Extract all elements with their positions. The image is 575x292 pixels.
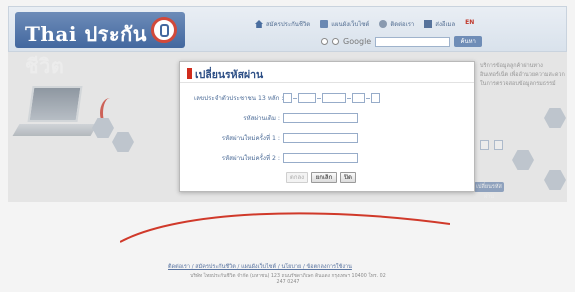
citizen-id-label: เลขประจำตัวประชาชน 13 หลัก : — [194, 95, 284, 102]
toplink-mail-label: ส่งอีเมล — [435, 21, 456, 28]
decorative-curve — [120, 212, 450, 243]
title-marker — [187, 68, 192, 79]
citizen-id-part-4[interactable] — [352, 93, 365, 103]
change-password-dialog: เปลี่ยนรหัสผ่าน เลขประจำตัวประชาชน 13 หล… — [179, 61, 475, 192]
top-links: สมัครประกันชีวิต แผนผังเว็บไซต์ ติดต่อเร… — [255, 19, 474, 29]
site-header: Thai ประกันชีวิต สมัครประกันชีวิต แผนผัง… — [8, 6, 567, 78]
confirm-password-label: รหัสผ่านใหม่ครั้งที่ 2 : — [221, 155, 280, 162]
contact-icon — [379, 20, 388, 28]
new-password-row: รหัสผ่านใหม่ครั้งที่ 1 : — [194, 133, 358, 143]
search-google-radio[interactable] — [332, 38, 339, 45]
footer-links[interactable]: ติดต่อเรา / สมัครประกันชีวิต / แผนผังเว็… — [168, 263, 352, 271]
mail-icon — [424, 20, 433, 28]
citizen-id-part-5[interactable] — [371, 93, 380, 103]
new-password-input[interactable] — [283, 133, 358, 143]
current-password-input[interactable] — [283, 113, 358, 123]
citizen-id-part-3[interactable] — [322, 93, 346, 103]
footer-address: บริษัท ไทยประกันชีวิต จำกัด (มหาชน) 123 … — [190, 274, 386, 285]
google-label: Google — [343, 37, 372, 46]
dialog-titlebar: เปลี่ยนรหัสผ่าน — [180, 62, 474, 83]
page-background: Thai ประกันชีวิต สมัครประกันชีวิต แผนผัง… — [0, 0, 575, 292]
toplink-contact-label: ติดต่อเรา — [390, 21, 415, 28]
cancel-button[interactable]: ยกเลิก — [311, 172, 337, 183]
current-password-row: รหัสผ่านเดิม : — [194, 113, 358, 123]
submit-button[interactable]: ตกลง — [286, 172, 308, 183]
search-site-radio[interactable] — [321, 38, 328, 45]
citizen-id-row: เลขประจำตัวประชาชน 13 หลัก : — [194, 93, 380, 103]
search-button[interactable]: ค้นหา — [454, 36, 483, 47]
citizen-id-part-1[interactable] — [283, 93, 292, 103]
language-toggle[interactable]: EN — [465, 19, 474, 29]
toplink-sitemap[interactable]: แผนผังเว็บไซต์ — [320, 19, 369, 29]
confirm-password-row: รหัสผ่านใหม่ครั้งที่ 2 : — [194, 153, 358, 163]
seal-icon — [151, 17, 177, 43]
toplink-apply[interactable]: สมัครประกันชีวิต — [255, 19, 310, 29]
dialog-title: เปลี่ยนรหัสผ่าน — [195, 69, 264, 81]
confirm-password-input[interactable] — [283, 153, 358, 163]
sitemap-icon — [320, 20, 329, 28]
toplink-contact[interactable]: ติดต่อเรา — [379, 19, 414, 29]
close-button[interactable]: ปิด — [340, 172, 356, 183]
search-input[interactable] — [375, 36, 451, 47]
toplink-sitemap-label: แผนผังเว็บไซต์ — [331, 21, 370, 28]
citizen-id-part-2[interactable] — [298, 93, 316, 103]
toplink-mail[interactable]: ส่งอีเมล — [424, 19, 455, 29]
site-logo[interactable]: Thai ประกันชีวิต — [15, 12, 185, 78]
search-bar: Google ค้นหา — [321, 36, 483, 47]
toplink-apply-label: สมัครประกันชีวิต — [266, 21, 311, 28]
new-password-label: รหัสผ่านใหม่ครั้งที่ 1 : — [221, 135, 280, 142]
home-icon — [255, 20, 263, 28]
current-password-label: รหัสผ่านเดิม : — [243, 115, 280, 122]
